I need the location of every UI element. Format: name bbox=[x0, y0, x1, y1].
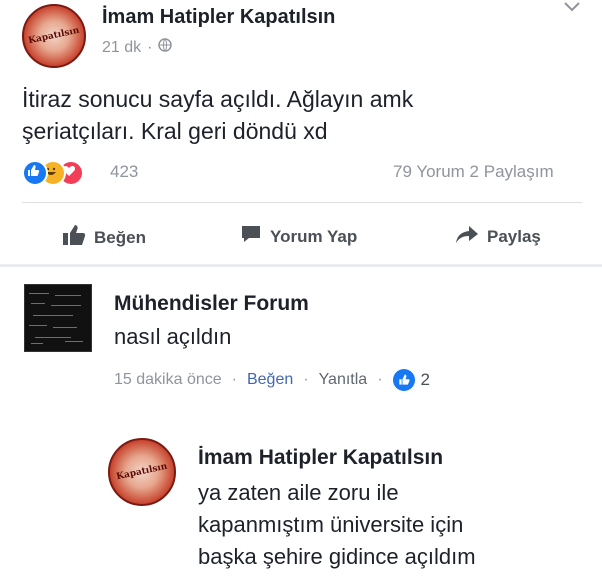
meta-dot: · bbox=[231, 371, 237, 388]
reaction-icons[interactable] bbox=[22, 160, 102, 186]
comment1-author-name[interactable]: Mühendisler Forum bbox=[114, 292, 309, 316]
post-text-line-2: şeriatçıları. Kral geri döndü xd bbox=[22, 118, 328, 144]
comment1-meta: 15 dakika önce · Beğen · Yanıtla · 2 bbox=[114, 369, 430, 391]
comment-button-label: Yorum Yap bbox=[270, 226, 358, 246]
comment1-time[interactable]: 15 dakika önce bbox=[114, 371, 222, 389]
like-reaction-icon bbox=[22, 160, 48, 186]
reply-text-line-3: başka şehire gidince açıldım bbox=[198, 544, 476, 569]
post-time[interactable]: 21 dk bbox=[102, 39, 141, 57]
post-author-avatar[interactable]: Kapatılsın bbox=[22, 4, 86, 68]
share-arrow-icon bbox=[455, 224, 479, 249]
comment-bubble-icon bbox=[240, 224, 262, 249]
reply-text-line-1: ya zaten aile zoru ile bbox=[198, 480, 399, 505]
comment-button[interactable]: Yorum Yap bbox=[240, 224, 357, 249]
section-separator bbox=[0, 264, 602, 267]
reply-text-line-2: kapanmıştım üniversite için bbox=[198, 512, 464, 537]
comment1-like-count: 2 bbox=[420, 370, 430, 389]
avatar-label: Kapatılsın bbox=[115, 461, 169, 483]
reply-author-avatar[interactable]: Kapatılsın bbox=[108, 438, 176, 506]
post-options-chevron-icon[interactable] bbox=[563, 0, 581, 14]
comment1-reply-link[interactable]: Yanıtla bbox=[319, 371, 368, 389]
post-author-name[interactable]: İmam Hatipler Kapatılsın bbox=[102, 6, 335, 29]
like-button-label: Beğen bbox=[94, 227, 146, 247]
reactions-divider bbox=[22, 202, 582, 203]
post-text-line-1: İtiraz sonucu sayfa açıldı. Ağlayın amk bbox=[22, 86, 414, 112]
like-badge-icon bbox=[392, 369, 415, 391]
commenter-avatar-mühendisler[interactable] bbox=[24, 284, 92, 352]
globe-icon bbox=[158, 38, 173, 57]
meta-separator: · bbox=[147, 38, 153, 56]
meta-dot: · bbox=[377, 371, 383, 388]
reply-author-name[interactable]: İmam Hatipler Kapatılsın bbox=[198, 446, 443, 470]
post-meta: 21 dk · bbox=[102, 38, 173, 57]
comments-shares-count[interactable]: 79 Yorum 2 Paylaşım bbox=[393, 162, 554, 182]
share-button[interactable]: Paylaş bbox=[455, 224, 541, 249]
comment1-text: nasıl açıldın bbox=[114, 324, 232, 349]
comment1-like-badge[interactable]: 2 bbox=[392, 369, 430, 391]
meta-dot: · bbox=[303, 371, 309, 388]
reaction-count[interactable]: 423 bbox=[110, 162, 138, 182]
thumbs-up-icon bbox=[62, 224, 86, 251]
share-button-label: Paylaş bbox=[487, 226, 541, 246]
like-button[interactable]: Beğen bbox=[62, 224, 146, 251]
comment1-like-link[interactable]: Beğen bbox=[247, 371, 293, 389]
avatar-label: Kapatılsın bbox=[27, 25, 81, 47]
